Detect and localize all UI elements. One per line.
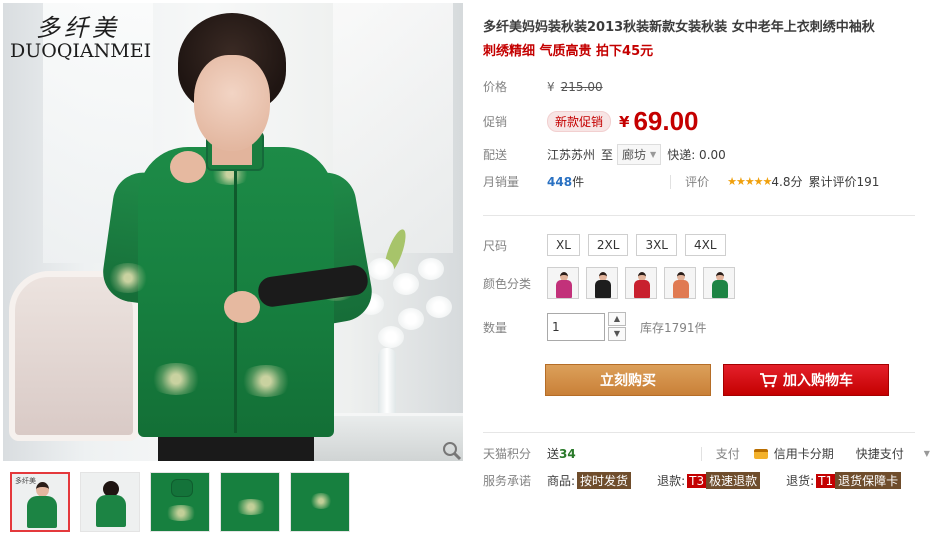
color-label: 颜色分类	[483, 276, 532, 291]
color-swatch[interactable]	[625, 267, 657, 299]
zoom-icon[interactable]	[441, 440, 463, 461]
quantity-row: 数量 ▲ ▼ 库存1791件	[483, 312, 707, 342]
chevron-down-icon: ▼	[650, 150, 657, 159]
express-fee: 快递: 0.00	[667, 148, 726, 162]
divider	[483, 432, 915, 433]
monthly-sales-unit: 件	[572, 175, 585, 189]
points-send-label: 送	[547, 447, 560, 461]
destination-value: 廊坊	[622, 148, 647, 162]
divider	[483, 215, 915, 216]
size-label: 尺码	[483, 238, 508, 253]
quantity-up-button[interactable]: ▲	[608, 312, 626, 326]
return-label: 退货:	[786, 474, 815, 488]
thumbnail-3[interactable]	[150, 472, 210, 532]
reviews-link[interactable]: 累计评价191	[809, 173, 880, 190]
product-title: 多纤美妈妈装秋装2013秋装新款女装秋装 女中老年上衣刺绣中袖秋	[483, 20, 875, 35]
star-rating-icon: ★★★★★	[727, 175, 772, 188]
monthly-sales-label: 月销量	[483, 175, 520, 189]
rating-score: 4.8分	[771, 175, 803, 189]
return-code: T1	[816, 473, 836, 488]
return-tag[interactable]: 退货保障卡	[835, 472, 902, 489]
rating-label: 评价	[685, 175, 710, 189]
add-to-cart-button[interactable]: 加入购物车	[723, 364, 889, 396]
currency-symbol: ¥	[547, 79, 555, 94]
goods-label: 商品:	[547, 474, 576, 488]
stock-count: 库存1791件	[640, 320, 707, 335]
product-info-panel: 多纤美妈妈装秋装2013秋装新款女装秋装 女中老年上衣刺绣中袖秋 刺绣精细 气质…	[483, 0, 930, 545]
buy-now-button[interactable]: 立刻购买	[545, 364, 711, 396]
shipping-row: 配送 江苏苏州 至 廊坊 ▼ 快递: 0.00	[483, 144, 726, 165]
color-swatch[interactable]	[547, 267, 579, 299]
thumbnail-strip: 多纤美	[10, 472, 350, 532]
thumbnail-5[interactable]	[290, 472, 350, 532]
divider	[700, 446, 702, 461]
original-price: 215.00	[560, 79, 603, 94]
main-product-image[interactable]	[3, 3, 463, 461]
installment-option[interactable]: 信用卡分期	[774, 445, 834, 462]
size-option[interactable]: 3XL	[636, 234, 677, 256]
size-row: 尺码 XL 2XL 3XL 4XL	[483, 234, 734, 256]
quick-pay-option[interactable]: 快捷支付	[856, 445, 904, 462]
shipping-label: 配送	[483, 148, 508, 162]
sales-rating-row: 月销量 448 件 评价 ★★★★★ 4.8分 累计评价191	[483, 173, 879, 190]
size-option[interactable]: XL	[547, 234, 580, 256]
cart-icon	[760, 373, 777, 388]
color-row: 颜色分类	[483, 267, 742, 299]
refund-label: 退款:	[657, 474, 686, 488]
monthly-sales-count: 448	[547, 174, 573, 189]
destination-select[interactable]: 廊坊 ▼	[617, 144, 662, 165]
divider	[670, 174, 672, 189]
color-swatch[interactable]	[664, 267, 696, 299]
service-row: 服务承诺 商品: 按时发货 退款: T3 极速退款 退货: T1 退货保障卡	[483, 472, 902, 489]
ship-to-label: 至	[601, 148, 614, 162]
credit-card-icon	[753, 448, 768, 459]
quantity-stepper: ▲ ▼	[608, 312, 626, 342]
refund-tag[interactable]: 极速退款	[706, 472, 761, 489]
buy-now-label: 立刻购买	[600, 373, 656, 389]
price-label: 价格	[483, 80, 508, 94]
points-payment-row: 天猫积分 送 34 支付 信用卡分期 快捷支付 ▼	[483, 445, 930, 462]
refund-code: T3	[687, 473, 707, 488]
quantity-label: 数量	[483, 320, 508, 335]
promo-price: 69.00	[633, 106, 699, 136]
brand-logo-en: DUOQIANMEI	[10, 40, 152, 62]
quantity-input[interactable]	[547, 313, 605, 341]
quantity-down-button[interactable]: ▼	[608, 327, 626, 341]
brand-logo-cn: 多纤美	[36, 14, 120, 42]
product-subtitle: 刺绣精细 气质高贵 拍下45元	[483, 44, 654, 59]
original-price-row: 价格 ¥ 215.00	[483, 78, 603, 95]
color-swatch[interactable]	[703, 267, 735, 299]
ship-from: 江苏苏州	[547, 148, 596, 162]
points-label: 天猫积分	[483, 447, 532, 461]
service-label: 服务承诺	[483, 474, 532, 488]
payment-more-icon[interactable]: ▼	[924, 449, 930, 458]
thumbnail-2[interactable]	[80, 472, 140, 532]
thumbnail-1[interactable]: 多纤美	[10, 472, 70, 532]
promo-currency-symbol: ¥	[619, 112, 630, 131]
goods-tag[interactable]: 按时发货	[577, 472, 632, 489]
promo-tag-badge: 新款促销	[547, 111, 612, 132]
points-value: 34	[559, 446, 576, 461]
add-to-cart-label: 加入购物车	[783, 373, 853, 389]
payment-label: 支付	[715, 447, 740, 461]
size-option[interactable]: 4XL	[685, 234, 726, 256]
color-swatch[interactable]	[586, 267, 618, 299]
promo-price-row: 促销 新款促销 ¥ 69.00	[483, 106, 699, 137]
promo-label: 促销	[483, 115, 508, 129]
size-option[interactable]: 2XL	[587, 234, 629, 256]
thumbnail-4[interactable]	[220, 472, 280, 532]
model-wearing-jacket	[99, 13, 377, 461]
product-gallery: 多纤美 DUOQIANMEI 多纤美	[0, 0, 466, 545]
brand-logo: 多纤美 DUOQIANMEI	[10, 8, 152, 62]
